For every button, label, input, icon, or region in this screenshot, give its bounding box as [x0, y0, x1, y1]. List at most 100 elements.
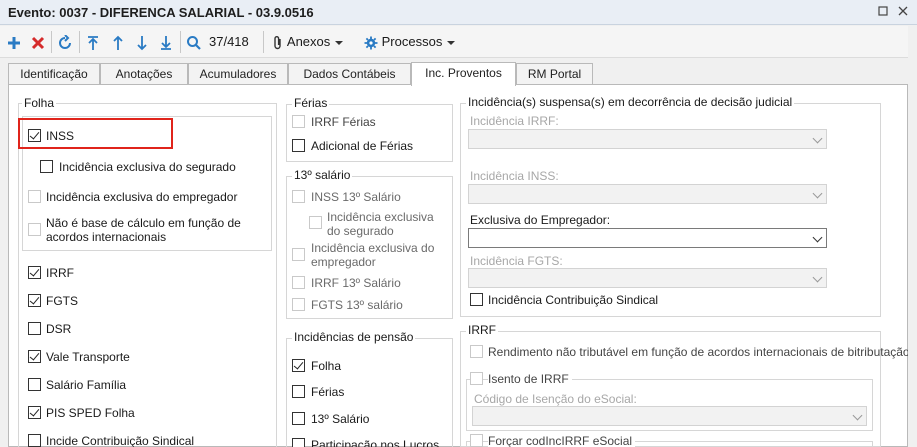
- pensao-folha-label: Folha: [311, 359, 342, 373]
- pensao-title: Incidências de pensão: [292, 330, 416, 344]
- irrf-13-checkbox[interactable]: [292, 276, 305, 289]
- decimo-inc-exclusiva-empregador-label: Incidência exclusiva do empregador: [311, 241, 435, 269]
- tab-inc-proventos[interactable]: Inc. Proventos: [411, 62, 516, 86]
- inc-exclusiva-empregador-checkbox[interactable]: [28, 190, 41, 203]
- pis-sped-label: PIS SPED Folha: [46, 406, 135, 420]
- incide-contrib-sindical-checkbox[interactable]: [28, 434, 41, 447]
- adicional-ferias-label: Adicional de Férias: [311, 139, 414, 153]
- inc-fgts-select[interactable]: [468, 268, 827, 288]
- inss-highlight: [18, 118, 173, 149]
- next-record-icon[interactable]: [135, 30, 149, 54]
- fgts-13-label: FGTS 13º salário: [311, 298, 403, 312]
- nao-base-calculo-label: Não é base de cálculo em função de acord…: [46, 216, 241, 244]
- exclusiva-empregador-select[interactable]: [468, 228, 827, 248]
- pis-sped-checkbox[interactable]: [28, 406, 41, 419]
- pensao-folha-checkbox[interactable]: [292, 359, 305, 372]
- folha-title: Folha: [22, 96, 57, 110]
- pensao-ferias-label: Férias: [311, 385, 345, 399]
- inc-inss-label: Incidência INSS:: [470, 169, 559, 183]
- dsr-label: DSR: [46, 322, 72, 336]
- inss-13-label: INSS 13º Salário: [311, 190, 401, 204]
- inc-exclusiva-segurado-checkbox[interactable]: [40, 160, 53, 173]
- first-record-icon[interactable]: [86, 30, 100, 54]
- record-counter: 37/418: [209, 34, 249, 49]
- ferias-title: Férias: [292, 96, 330, 110]
- toolbar: 37/418 Anexos Processos: [0, 26, 917, 58]
- inc-fgts-label: Incidência FGTS:: [470, 254, 563, 268]
- previous-record-icon[interactable]: [111, 30, 125, 54]
- irrf-13-label: IRRF 13º Salário: [311, 276, 401, 290]
- add-icon[interactable]: [6, 30, 22, 54]
- rendimento-nao-tributavel-checkbox[interactable]: [470, 345, 483, 358]
- pensao-plr-checkbox[interactable]: [292, 438, 305, 447]
- window-titlebar: Evento: 0037 - DIFERENCA SALARIAL - 03.9…: [0, 0, 917, 25]
- chevron-down-icon: [852, 410, 863, 421]
- salario-familia-label: Salário Família: [46, 378, 127, 392]
- exclusiva-empregador-label: Exclusiva do Empregador:: [470, 213, 611, 227]
- delete-icon[interactable]: [30, 30, 46, 54]
- irrf-ferias-label: IRRF Férias: [311, 115, 376, 129]
- processos-button[interactable]: Processos: [364, 30, 456, 54]
- gear-icon: [364, 36, 378, 50]
- tab-anotacoes[interactable]: Anotações: [100, 63, 188, 85]
- pensao-decimo-label: 13º Salário: [311, 412, 370, 426]
- inss-checkbox[interactable]: [28, 129, 41, 142]
- pensao-decimo-checkbox[interactable]: [292, 412, 305, 425]
- decimo-inc-exclusiva-segurado-checkbox[interactable]: [309, 216, 322, 229]
- vertical-scrollbar[interactable]: [908, 26, 917, 447]
- dsr-checkbox[interactable]: [28, 322, 41, 335]
- tab-acumuladores[interactable]: Acumuladores: [188, 63, 288, 85]
- vale-transporte-checkbox[interactable]: [28, 350, 41, 363]
- chevron-down-icon: [812, 232, 823, 243]
- nao-base-calculo-checkbox[interactable]: [28, 223, 41, 236]
- inss-13-checkbox[interactable]: [292, 190, 305, 203]
- last-record-icon[interactable]: [159, 30, 173, 54]
- irrf-label: IRRF: [46, 266, 74, 280]
- inc-contrib-sindical-label: Incidência Contribuição Sindical: [488, 293, 659, 307]
- inc-irrf-label: Incidência IRRF:: [470, 114, 559, 128]
- tab-dados-contabeis[interactable]: Dados Contábeis: [288, 63, 411, 85]
- inc-exclusiva-empregador-label: Incidência exclusiva do empregador: [46, 190, 238, 204]
- vale-transporte-label: Vale Transporte: [46, 350, 130, 364]
- decimo-inc-exclusiva-empregador-checkbox[interactable]: [292, 248, 305, 261]
- refresh-icon[interactable]: [57, 30, 73, 54]
- rendimento-nao-tributavel-label: Rendimento não tributável em função de a…: [488, 345, 910, 359]
- isento-irrf-label: Isento de IRRF: [488, 372, 572, 386]
- inc-inss-select[interactable]: [468, 184, 827, 204]
- irrf-checkbox[interactable]: [28, 266, 41, 279]
- irrf-ferias-checkbox[interactable]: [292, 115, 305, 128]
- close-icon[interactable]: [894, 3, 912, 21]
- inc-irrf-select[interactable]: [468, 129, 827, 149]
- decimo-inc-exclusiva-segurado-label: Incidência exclusiva do segurado: [327, 210, 434, 238]
- adicional-ferias-checkbox[interactable]: [292, 139, 305, 152]
- processos-label: Processos: [381, 34, 443, 49]
- forcar-cod-checkbox[interactable]: [470, 434, 483, 447]
- incide-contrib-sindical-label: Incide Contribuição Sindical: [46, 434, 195, 447]
- paperclip-icon: [274, 35, 281, 49]
- decimo-title: 13º salário: [292, 168, 353, 182]
- fgts-13-checkbox[interactable]: [292, 298, 305, 311]
- codigo-isencao-select[interactable]: [472, 406, 867, 426]
- forcar-cod-label: Forçar codIncIRRF eSocial: [488, 434, 636, 447]
- restore-icon[interactable]: [874, 3, 892, 21]
- codigo-isencao-label: Código de Isenção do eSocial:: [474, 392, 637, 406]
- toolbar-separator: [79, 31, 80, 53]
- toolbar-separator: [51, 31, 52, 53]
- inc-contrib-sindical-checkbox[interactable]: [470, 293, 483, 306]
- salario-familia-checkbox[interactable]: [28, 378, 41, 391]
- judicial-title: Incidência(s) suspensa(s) em decorrência…: [466, 95, 795, 109]
- pensao-ferias-checkbox[interactable]: [292, 385, 305, 398]
- tab-identificacao[interactable]: Identificação: [8, 63, 100, 85]
- fgts-checkbox[interactable]: [28, 294, 41, 307]
- window-title: Evento: 0037 - DIFERENCA SALARIAL - 03.9…: [8, 5, 314, 20]
- tab-rm-portal[interactable]: RM Portal: [516, 63, 593, 85]
- anexos-button[interactable]: Anexos: [272, 30, 344, 54]
- chevron-down-icon: [812, 133, 823, 144]
- inss-label: INSS: [46, 129, 75, 143]
- isento-irrf-checkbox[interactable]: [470, 372, 483, 385]
- search-icon[interactable]: [186, 30, 202, 54]
- toolbar-separator: [180, 31, 181, 53]
- chevron-down-icon: [812, 188, 823, 199]
- chevron-down-icon: [334, 40, 343, 45]
- chevron-down-icon: [446, 40, 455, 45]
